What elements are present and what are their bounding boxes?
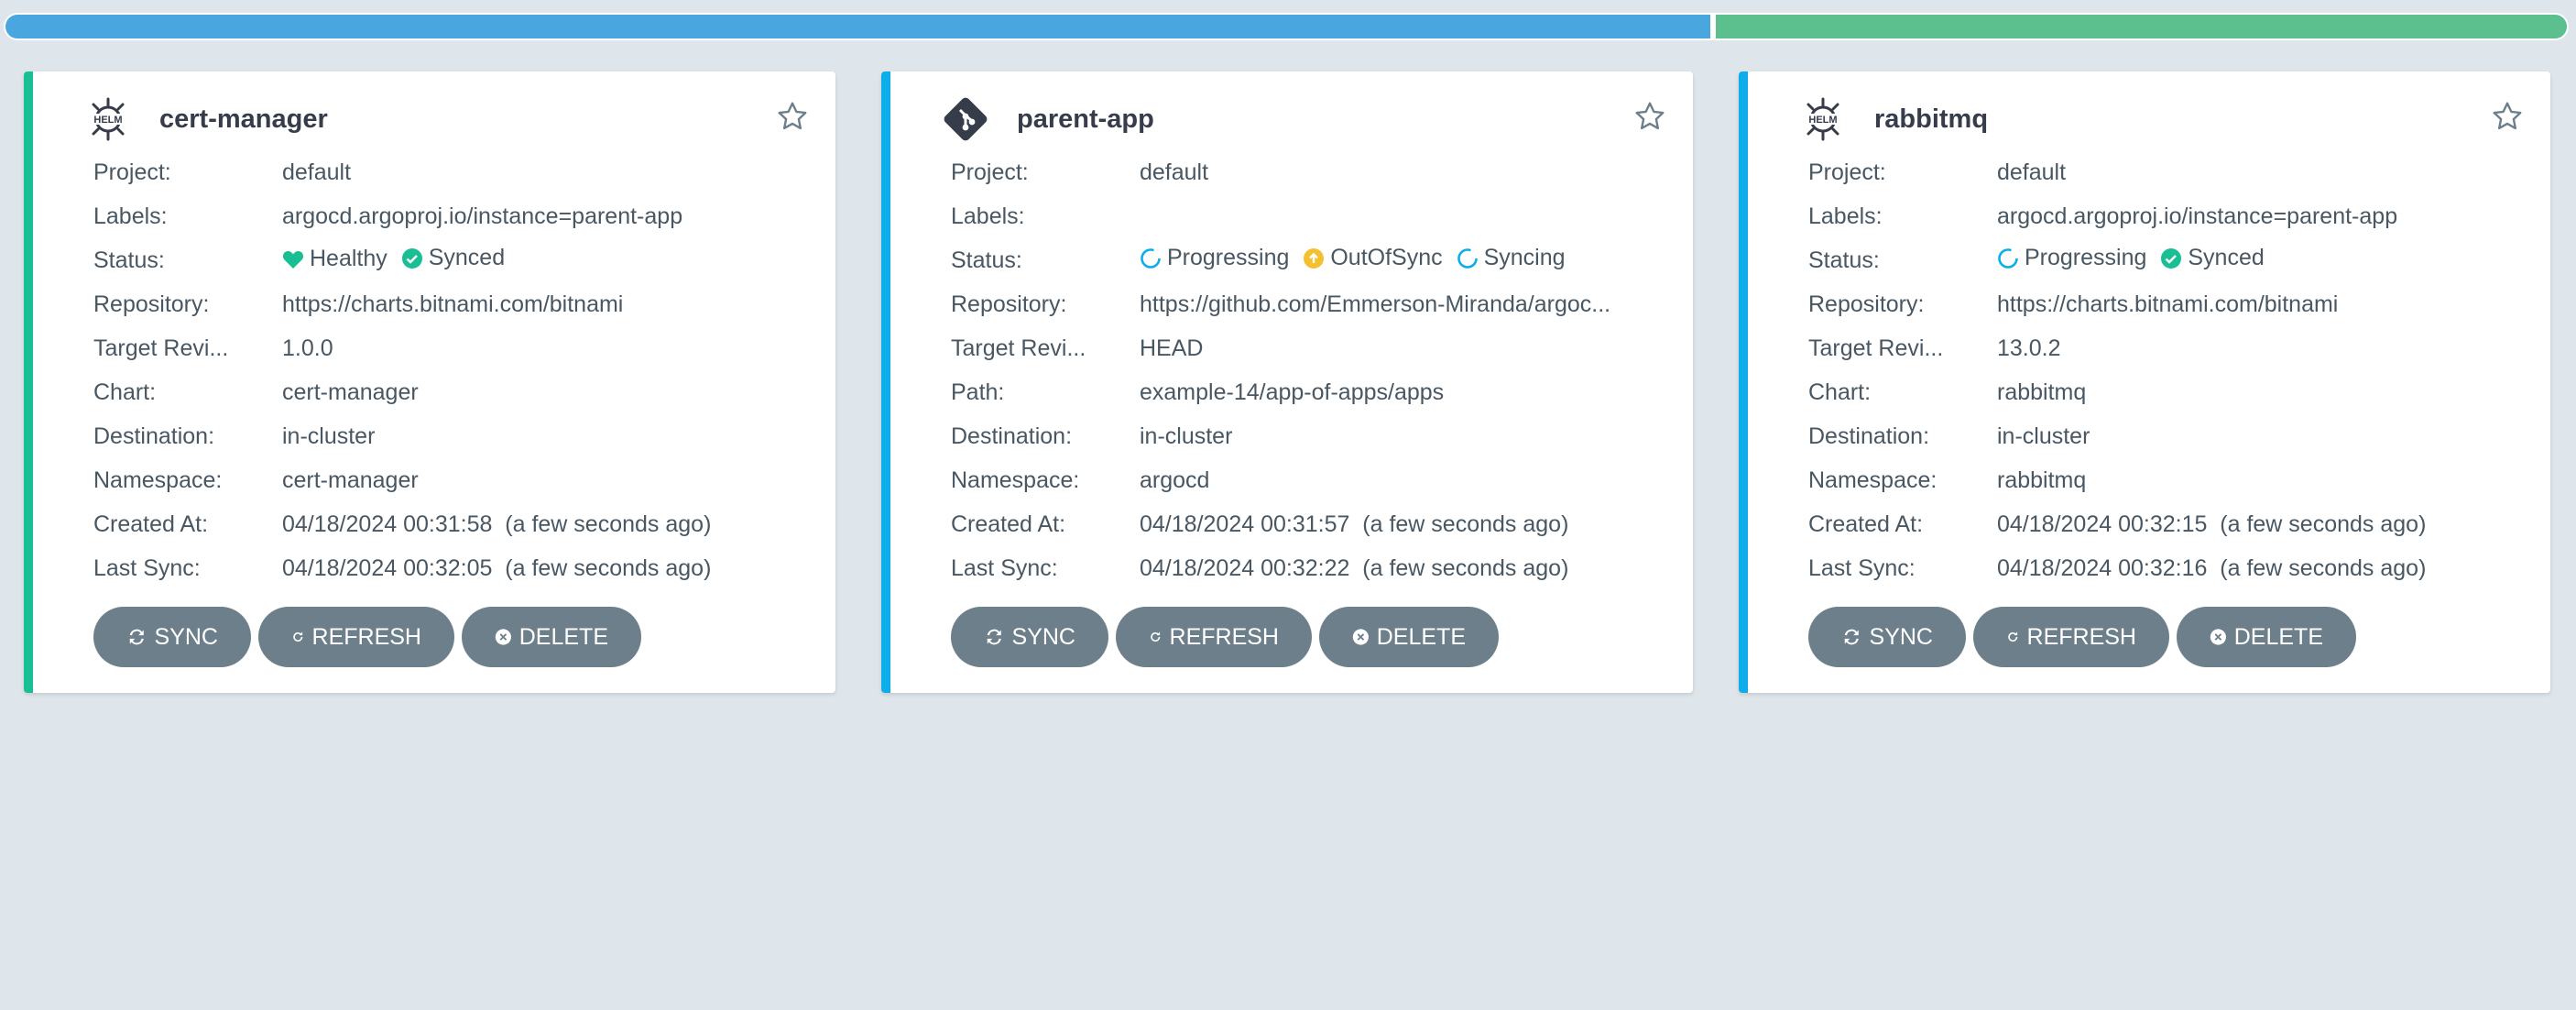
refresh-icon [2008, 631, 2018, 642]
helm-icon: HELM [1799, 95, 1847, 143]
row-namespace: Namespace: rabbitmq [1808, 467, 2087, 493]
heart-icon [282, 250, 304, 269]
sync-button[interactable]: SYNC [93, 607, 251, 667]
row-namespace: Namespace: cert-manager [93, 467, 419, 493]
sync-button[interactable]: SYNC [951, 607, 1108, 667]
check-circle-icon [2161, 247, 2182, 269]
row-created-at: Created At: 04/18/2024 00:31:57 (a few se… [951, 510, 1569, 537]
row-chart: Chart: rabbitmq [1808, 379, 2087, 405]
sync-icon [987, 629, 1001, 645]
delete-button[interactable]: DELETE [462, 607, 641, 667]
check-circle-icon [401, 247, 422, 269]
refresh-button[interactable]: REFRESH [1116, 607, 1312, 667]
close-circle-icon [1352, 629, 1369, 645]
row-created-at: Created At: 04/18/2024 00:32:15 (a few se… [1808, 510, 2427, 537]
refresh-button[interactable]: REFRESH [258, 607, 454, 667]
row-chart: Chart: cert-manager [93, 379, 419, 405]
row-path: Path: example-14/app-of-apps/apps [951, 379, 1445, 405]
delete-button[interactable]: DELETE [1319, 607, 1499, 667]
row-destination: Destination: in-cluster [1808, 423, 2090, 449]
favorite-star-icon[interactable] [773, 97, 812, 136]
row-target-revision: Target Revi... 13.0.2 [1808, 335, 2061, 361]
operation-status: Syncing [1457, 245, 1566, 271]
health-status: Progressing [1997, 245, 2146, 271]
close-circle-icon [2210, 629, 2226, 645]
health-segment-progressing [5, 15, 1710, 38]
row-labels: Labels: argocd.argoproj.io/instance=paren… [93, 203, 683, 229]
row-destination: Destination: in-cluster [951, 423, 1233, 449]
row-created-at: Created At: 04/18/2024 00:31:58 (a few se… [93, 510, 712, 537]
progressing-icon [1457, 247, 1478, 269]
sync-status: OutOfSync [1303, 245, 1443, 271]
row-status: Status: Progressing OutOfSync Syncing [951, 245, 1566, 273]
application-tiles: HELM cert-manager Project: default Labels… [24, 71, 2550, 693]
row-last-sync: Last Sync: 04/18/2024 00:32:22 (a few sec… [951, 554, 1569, 581]
row-status: Status: Healthy Synced [93, 245, 506, 273]
row-status: Status: Progressing Synced [1808, 245, 2265, 273]
close-circle-icon [495, 629, 511, 645]
app-name[interactable]: rabbitmq [1874, 104, 1988, 135]
row-last-sync: Last Sync: 04/18/2024 00:32:05 (a few sec… [93, 554, 712, 581]
row-labels: Labels: [951, 203, 1025, 229]
row-labels: Labels: argocd.argoproj.io/instance=paren… [1808, 203, 2398, 229]
row-target-revision: Target Revi... HEAD [951, 335, 1204, 361]
git-icon [942, 95, 989, 143]
health-status: Healthy [282, 246, 387, 272]
svg-text:HELM: HELM [93, 115, 122, 126]
refresh-button[interactable]: REFRESH [1973, 607, 2169, 667]
row-project: Project: default [951, 159, 1209, 185]
row-project: Project: default [1808, 159, 2067, 185]
app-card-cert-manager[interactable]: HELM cert-manager Project: default Labels… [24, 71, 835, 693]
sync-icon [129, 629, 144, 645]
app-card-parent-app[interactable]: parent-app Project: default Labels: Statu… [881, 71, 1693, 693]
health-segment-healthy [1709, 15, 2567, 38]
app-name[interactable]: cert-manager [159, 104, 328, 135]
refresh-icon [1151, 631, 1161, 642]
sync-status: Synced [401, 245, 505, 271]
favorite-star-icon[interactable] [2488, 97, 2527, 136]
app-card-rabbitmq[interactable]: HELM rabbitmq Project: default Labels: arg… [1739, 71, 2550, 693]
row-repository: Repository: https://charts.bitnami.com/bi… [1808, 291, 2339, 317]
row-destination: Destination: in-cluster [93, 423, 376, 449]
row-repository: Repository: https://github.com/Emmerson-M… [951, 291, 1611, 317]
arrow-up-circle-icon [1304, 247, 1325, 269]
health-summary-bar [5, 15, 2567, 38]
sync-icon [1844, 629, 1859, 645]
row-project: Project: default [93, 159, 352, 185]
progressing-icon [1141, 247, 1161, 269]
row-repository: Repository: https://charts.bitnami.com/bi… [93, 291, 624, 317]
refresh-icon [293, 631, 303, 642]
delete-button[interactable]: DELETE [2177, 607, 2356, 667]
helm-icon: HELM [84, 95, 132, 143]
sync-button[interactable]: SYNC [1808, 607, 1966, 667]
favorite-star-icon[interactable] [1631, 97, 1669, 136]
svg-text:HELM: HELM [1808, 115, 1837, 126]
row-last-sync: Last Sync: 04/18/2024 00:32:16 (a few sec… [1808, 554, 2427, 581]
sync-status: Synced [2160, 245, 2265, 271]
row-namespace: Namespace: argocd [951, 467, 1210, 493]
progressing-icon [1998, 247, 2018, 269]
app-name[interactable]: parent-app [1017, 104, 1154, 135]
health-status: Progressing [1140, 245, 1289, 271]
row-target-revision: Target Revi... 1.0.0 [93, 335, 333, 361]
